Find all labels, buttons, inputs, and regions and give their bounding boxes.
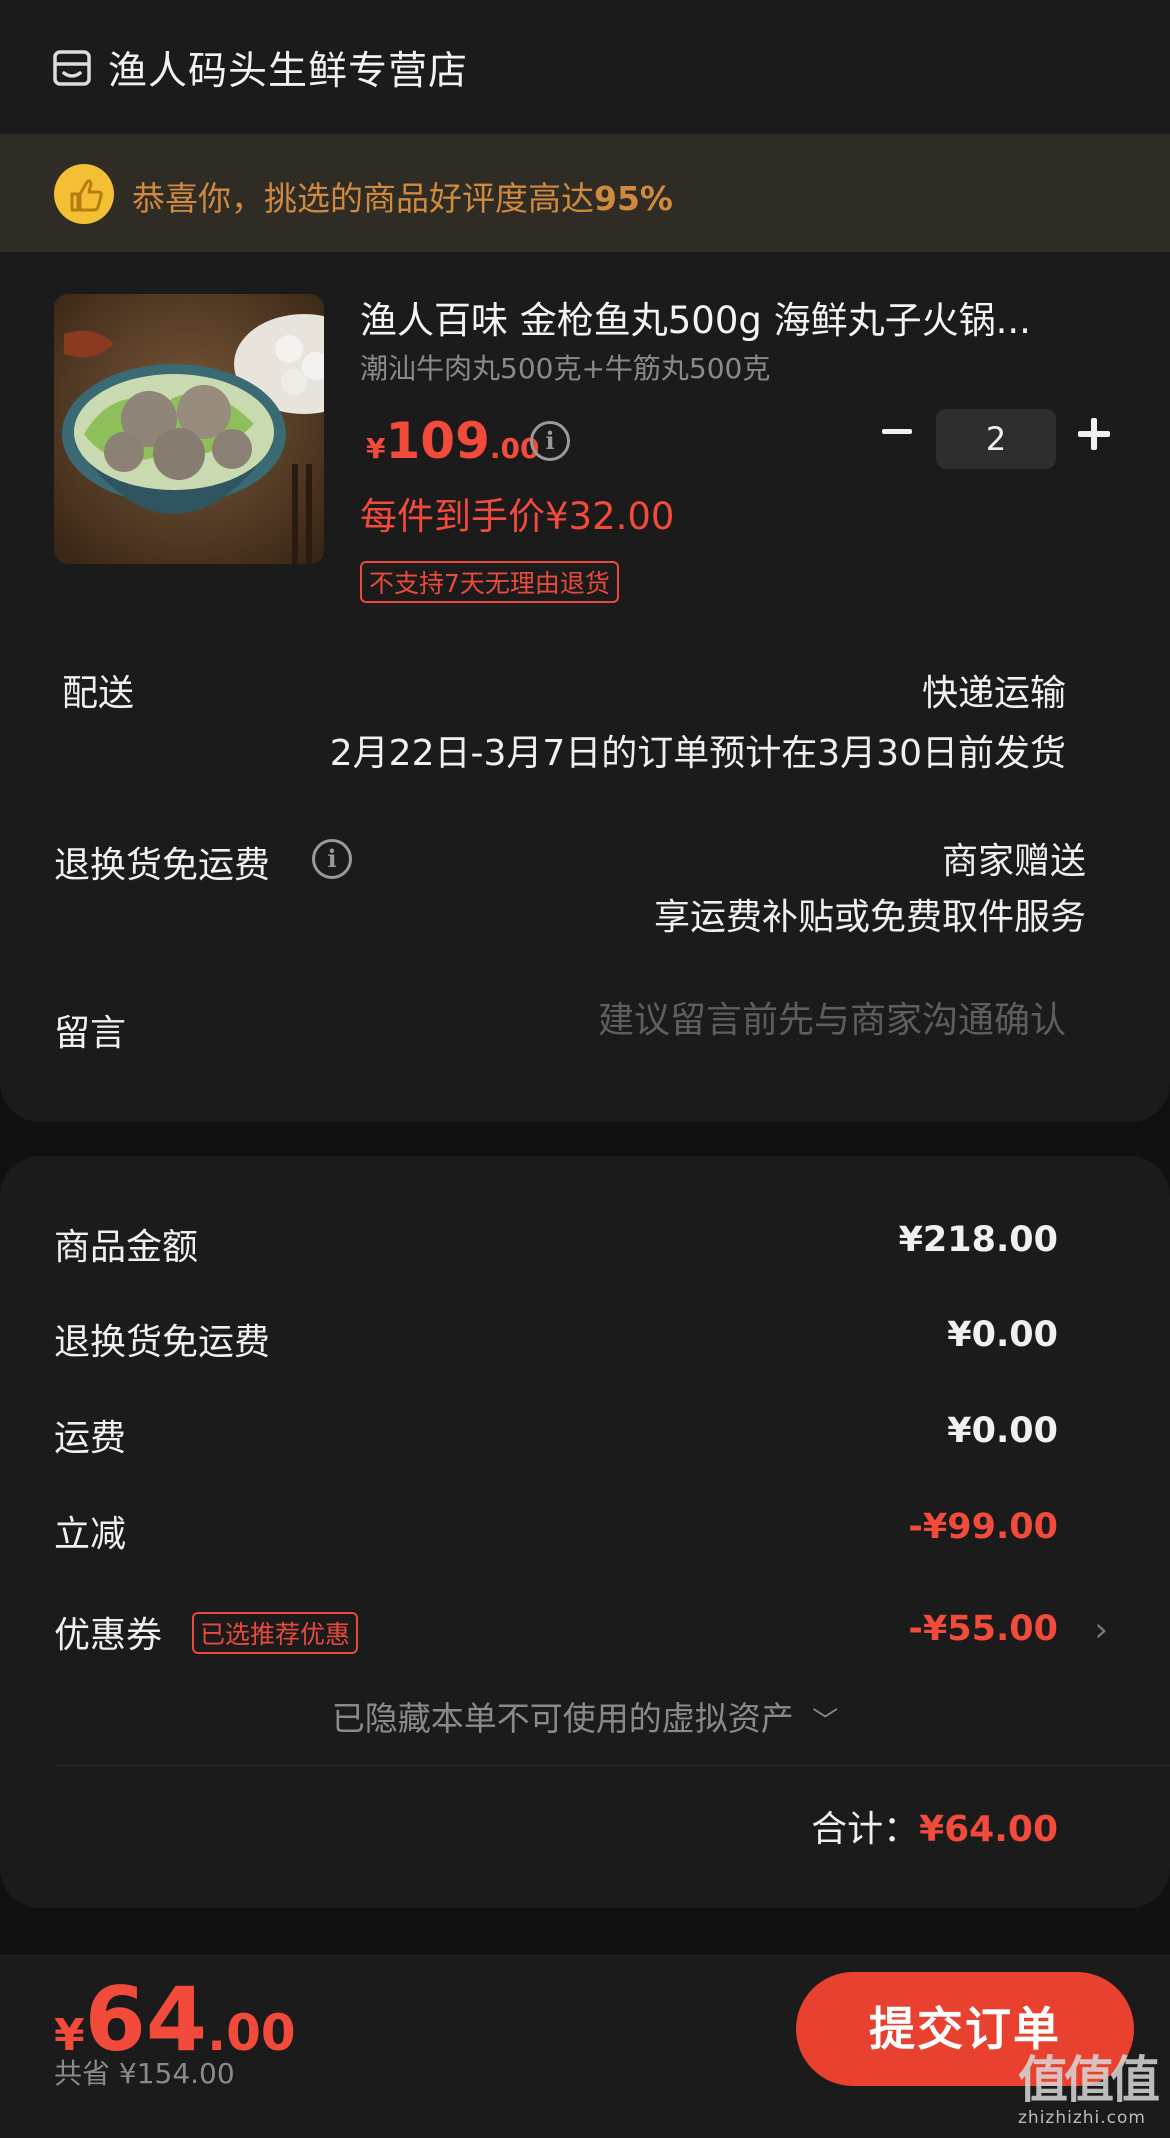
coupon-tag: 已选推荐优惠: [192, 1612, 359, 1654]
total-saved: 共省 ¥154.00: [54, 2057, 235, 2090]
quantity-plus-button[interactable]: [1078, 418, 1110, 450]
watermark-url: zhizhizhi.com: [1018, 2108, 1146, 2128]
product-spec[interactable]: 潮汕牛肉丸500克+牛筋丸500克: [360, 347, 770, 387]
quantity-minus-button[interactable]: [878, 412, 918, 452]
message-label: 留言: [54, 1013, 127, 1054]
return-fee-label: 退换货免运费: [54, 1322, 271, 1363]
quantity-input[interactable]: 2: [936, 409, 1056, 469]
price-info-icon[interactable]: i: [530, 421, 570, 461]
watermark: 值值值 zhizhizhi.com: [1018, 2052, 1164, 2136]
price-integer: 109: [385, 412, 490, 470]
instant-discount-label: 立减: [54, 1514, 127, 1555]
delivery-method[interactable]: 快递运输: [922, 664, 1066, 716]
chevron-right-icon[interactable]: ›: [1094, 1610, 1108, 1650]
banner-text: 恭喜你，挑选的商品好评度高达95%: [132, 172, 673, 220]
goods-amount-label: 商品金额: [54, 1227, 199, 1268]
coupon-label[interactable]: 优惠券: [54, 1606, 162, 1658]
product-title[interactable]: 渔人百味 金枪鱼丸500g 海鲜丸子火锅...: [360, 290, 1100, 344]
chevron-down-icon: ﹀: [812, 1707, 839, 1737]
store-icon: [53, 50, 91, 86]
coupon-value[interactable]: -¥55.00: [908, 1609, 1058, 1649]
banner-percent: 95%: [594, 179, 673, 218]
thumbs-up-icon: [54, 164, 114, 224]
hidden-assets-text: 已隐藏本单不可使用的虚拟资产: [331, 1699, 794, 1738]
goods-amount-value: ¥218.00: [898, 1220, 1058, 1260]
price-currency: ¥: [366, 432, 386, 465]
order-total: 合计：¥64.00: [811, 1800, 1058, 1852]
return-shipping-detail: 享运费补贴或免费取件服务: [653, 897, 1086, 938]
delivery-date-note: 2月22日-3月7日的订单预计在3月30日前发货: [329, 733, 1066, 774]
per-item-price: 每件到手价¥32.00: [360, 495, 675, 538]
hidden-assets-toggle[interactable]: 已隐藏本单不可使用的虚拟资产 ﹀: [0, 1692, 1170, 1740]
shipping-fee-value: ¥0.00: [947, 1411, 1058, 1451]
unit-price: ¥109.00: [366, 412, 539, 470]
divider: [54, 1765, 1170, 1766]
product-image[interactable]: [54, 294, 324, 564]
message-input[interactable]: [446, 1000, 1066, 1041]
delivery-label: 配送: [62, 673, 135, 714]
return-shipping-info-icon[interactable]: i: [312, 839, 352, 879]
banner-message: 恭喜你，挑选的商品好评度高达: [132, 179, 594, 218]
return-shipping-label: 退换货免运费: [54, 845, 271, 886]
total-label: 合计：: [811, 1809, 920, 1850]
shipping-fee-label: 运费: [54, 1418, 127, 1459]
return-fee-value: ¥0.00: [947, 1315, 1058, 1355]
total-value: ¥64.00: [919, 1809, 1058, 1850]
store-name[interactable]: 渔人码头生鲜专营店: [108, 40, 468, 96]
no-return-tag: 不支持7天无理由退货: [360, 561, 619, 603]
return-shipping-value: 商家赠送: [941, 841, 1086, 882]
watermark-logo: 值值值: [1018, 2051, 1160, 2109]
instant-discount-value: -¥99.00: [908, 1507, 1058, 1547]
